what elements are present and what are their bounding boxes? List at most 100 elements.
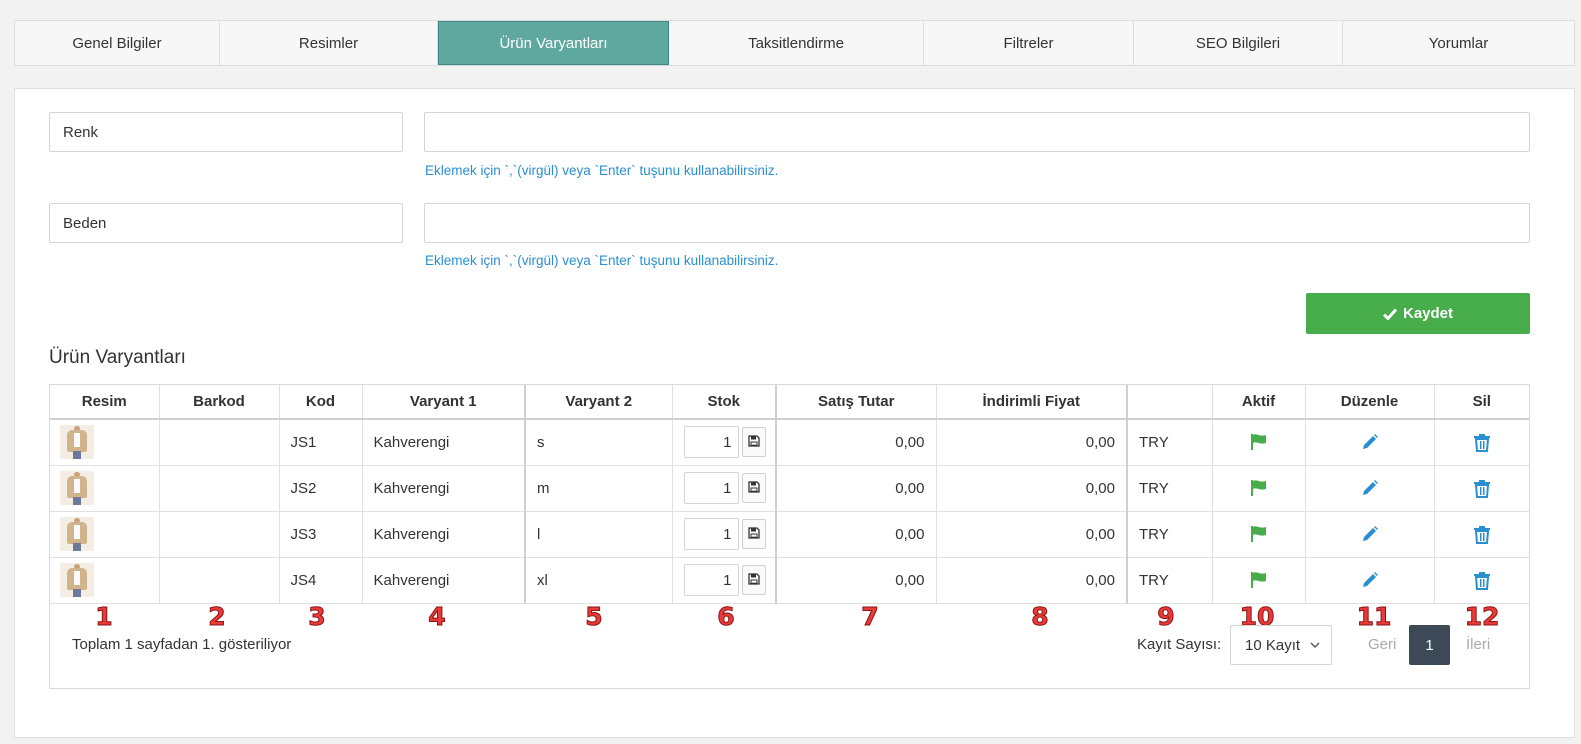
stock-input[interactable]: 1	[683, 472, 739, 504]
edit-cell	[1305, 511, 1435, 558]
header-resim[interactable]: Resim	[50, 385, 160, 420]
annotation-number: 2	[208, 602, 226, 632]
barcode-cell	[159, 419, 280, 466]
tab-seo-bilgileri[interactable]: SEO Bilgileri	[1134, 21, 1343, 65]
tab-taksitlendirme[interactable]: Taksitlendirme	[669, 21, 924, 65]
tab-urun-varyantlari[interactable]: Ürün Varyantları	[438, 21, 669, 65]
pencil-icon[interactable]	[1306, 479, 1434, 497]
barcode-cell	[159, 557, 280, 604]
flag-icon[interactable]	[1213, 525, 1305, 543]
code-cell: JS2	[279, 465, 363, 512]
check-icon	[1382, 308, 1397, 320]
price-cell: 0,00	[775, 419, 937, 466]
annotation-number: 11	[1356, 602, 1392, 632]
tab-genel-bilgiler[interactable]: Genel Bilgiler	[15, 21, 220, 65]
currency-cell: TRY	[1126, 465, 1213, 512]
trash-icon[interactable]	[1435, 525, 1530, 544]
header-kod[interactable]: Kod	[279, 385, 363, 420]
beden-values-input[interactable]	[424, 203, 1530, 243]
annotation-number: 3	[308, 602, 326, 632]
pagination-page-1[interactable]: 1	[1409, 625, 1450, 665]
save-button[interactable]: Kaydet	[1306, 293, 1530, 334]
header-duzenle: Düzenle	[1305, 385, 1435, 420]
stock-input[interactable]: 1	[683, 426, 739, 459]
trash-icon[interactable]	[1435, 479, 1530, 498]
product-thumbnail[interactable]	[60, 517, 94, 551]
edit-cell	[1305, 557, 1435, 604]
pencil-icon[interactable]	[1306, 525, 1434, 543]
record-count-value: 10 Kayıt	[1245, 636, 1301, 654]
trash-icon[interactable]	[1435, 433, 1530, 452]
price-cell: 0,00	[775, 465, 937, 512]
stock-cell: 1	[672, 511, 777, 558]
barcode-cell	[159, 465, 280, 512]
variant2-cell: s	[524, 419, 673, 466]
currency-cell: TRY	[1126, 511, 1213, 558]
save-stock-button[interactable]	[741, 565, 766, 595]
price-cell: 0,00	[775, 557, 937, 604]
flag-icon[interactable]	[1213, 433, 1305, 451]
discount-price-cell: 0,00	[936, 465, 1128, 512]
flag-icon[interactable]	[1213, 571, 1305, 589]
code-cell: JS1	[279, 419, 363, 466]
discount-price-cell: 0,00	[936, 419, 1128, 466]
pencil-icon[interactable]	[1306, 571, 1434, 589]
pagination-next[interactable]: İleri	[1466, 636, 1490, 653]
tab-yorumlar[interactable]: Yorumlar	[1343, 21, 1574, 65]
table-row: JS4 Kahverengi xl 1 0,00 0,00 TRY	[50, 557, 1530, 604]
image-cell	[50, 465, 160, 512]
delete-cell	[1434, 465, 1530, 512]
header-sil: Sil	[1434, 385, 1529, 420]
annotation-number: 8	[1031, 602, 1049, 632]
header-stok[interactable]: Stok	[672, 385, 777, 420]
active-cell	[1212, 511, 1306, 558]
save-stock-button[interactable]	[741, 427, 766, 458]
variant1-cell: Kahverengi	[362, 511, 526, 558]
image-cell	[50, 511, 160, 558]
header-aktif[interactable]: Aktif	[1212, 385, 1306, 420]
beden-hint: Eklemek için `,`(virgül) veya `Enter` tu…	[425, 253, 779, 268]
edit-cell	[1305, 465, 1435, 512]
trash-icon[interactable]	[1435, 571, 1530, 590]
product-thumbnail[interactable]	[60, 471, 94, 505]
variant1-cell: Kahverengi	[362, 557, 526, 604]
annotation-number: 5	[585, 602, 603, 632]
header-varyant-2[interactable]: Varyant 2	[524, 385, 673, 420]
variant2-cell: l	[524, 511, 673, 558]
tab-filtreler[interactable]: Filtreler	[924, 21, 1134, 65]
floppy-disk-icon	[747, 434, 760, 451]
code-cell: JS4	[279, 557, 363, 604]
annotation-number: 9	[1157, 602, 1175, 632]
pencil-icon[interactable]	[1306, 433, 1434, 451]
attribute-name-beden[interactable]: Beden	[49, 203, 403, 243]
stock-input[interactable]: 1	[683, 518, 739, 550]
header-barkod[interactable]: Barkod	[159, 385, 280, 420]
flag-icon[interactable]	[1213, 479, 1305, 497]
header-varyant-1[interactable]: Varyant 1	[362, 385, 526, 420]
tab-bar: Genel Bilgiler Resimler Ürün Varyantları…	[14, 20, 1575, 66]
product-thumbnail[interactable]	[60, 563, 94, 597]
variants-table: Resim Barkod Kod Varyant 1 Varyant 2 Sto…	[50, 385, 1529, 604]
pagination-prev[interactable]: Geri	[1368, 636, 1396, 653]
attribute-name-renk[interactable]: Renk	[49, 112, 403, 152]
table-row: JS1 Kahverengi s 1 0,00 0,00 TRY	[50, 419, 1530, 466]
header-satis-tutar[interactable]: Satış Tutar	[775, 385, 937, 420]
record-count-select[interactable]: 10 Kayıt	[1230, 625, 1332, 665]
stock-cell: 1	[672, 557, 777, 604]
active-cell	[1212, 557, 1306, 604]
save-stock-button[interactable]	[741, 473, 766, 503]
tab-resimler[interactable]: Resimler	[220, 21, 438, 65]
renk-values-input[interactable]	[424, 112, 1530, 152]
variant1-cell: Kahverengi	[362, 465, 526, 512]
image-cell	[50, 557, 160, 604]
save-stock-button[interactable]	[741, 519, 766, 549]
save-button-label: Kaydet	[1402, 305, 1454, 322]
floppy-disk-icon	[747, 526, 760, 543]
active-cell	[1212, 465, 1306, 512]
header-indirimli-fiyat[interactable]: İndirimli Fiyat	[936, 385, 1128, 420]
stock-input[interactable]: 1	[683, 564, 739, 596]
currency-cell: TRY	[1126, 557, 1213, 604]
currency-cell: TRY	[1126, 419, 1213, 466]
product-thumbnail[interactable]	[60, 425, 94, 460]
table-row: JS3 Kahverengi l 1 0,00 0,00 TRY	[50, 511, 1530, 558]
